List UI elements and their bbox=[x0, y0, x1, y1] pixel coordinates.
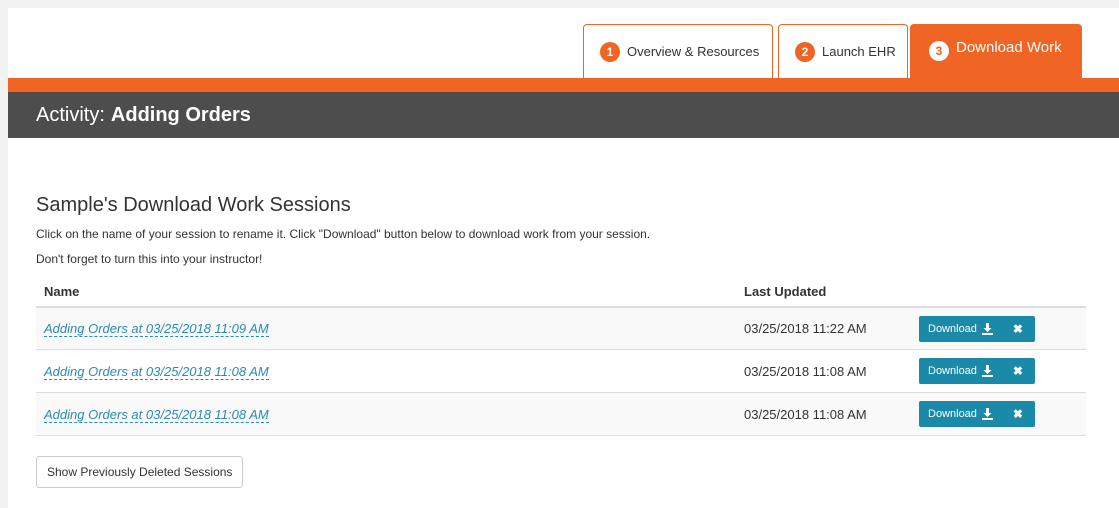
close-icon: ✖ bbox=[1012, 364, 1023, 379]
delete-session-button[interactable]: ✖ bbox=[1000, 401, 1035, 428]
activity-prefix: Activity: bbox=[36, 103, 105, 126]
sessions-table: Name Last Updated Adding Orders at 03/25… bbox=[36, 277, 1086, 437]
delete-session-button[interactable]: ✖ bbox=[1000, 358, 1035, 385]
download-label: Download bbox=[928, 322, 977, 335]
close-icon: ✖ bbox=[1012, 321, 1023, 336]
tab-label: Overview & Resources bbox=[627, 44, 760, 59]
row-actions: Download ✖ bbox=[919, 358, 1035, 385]
tab-label: Download Work bbox=[956, 39, 1062, 56]
tab-number-badge: 3 bbox=[929, 40, 949, 61]
download-icon bbox=[981, 365, 993, 378]
row-actions: Download ✖ bbox=[919, 401, 1035, 428]
tab-number-badge: 1 bbox=[600, 41, 620, 62]
show-deleted-sessions-button[interactable]: Show Previously Deleted Sessions bbox=[36, 456, 244, 489]
session-name-link[interactable]: Adding Orders at 03/25/2018 11:08 AM bbox=[44, 363, 269, 380]
session-name-link[interactable]: Adding Orders at 03/25/2018 11:08 AM bbox=[44, 406, 269, 423]
last-updated-cell: 03/25/2018 11:08 AM bbox=[736, 392, 911, 437]
reminder-text: Don't forget to turn this into your inst… bbox=[36, 252, 263, 267]
column-header-name: Name bbox=[36, 277, 736, 308]
download-label: Download bbox=[928, 365, 977, 378]
close-icon: ✖ bbox=[1012, 407, 1023, 422]
row-actions: Download ✖ bbox=[919, 315, 1035, 342]
table-row: Adding Orders at 03/25/2018 11:09 AM 03/… bbox=[36, 306, 1086, 351]
last-updated-cell: 03/25/2018 11:22 AM bbox=[736, 306, 911, 351]
column-header-last-updated: Last Updated bbox=[736, 277, 911, 308]
table-row: Adding Orders at 03/25/2018 11:08 AM 03/… bbox=[36, 392, 1086, 437]
download-label: Download bbox=[928, 408, 977, 421]
column-header-actions bbox=[911, 277, 1086, 308]
download-icon bbox=[981, 408, 993, 421]
tab-label: Launch EHR bbox=[822, 44, 896, 59]
tab-overview-resources[interactable]: 1 Overview & Resources bbox=[583, 24, 773, 78]
tab-download-work[interactable]: 3 Download Work bbox=[910, 24, 1082, 78]
page-frame: 1 Overview & Resources 2 Launch EHR 3 Do… bbox=[8, 8, 1119, 508]
accent-bar bbox=[8, 78, 1119, 92]
activity-header: Activity: Adding Orders bbox=[8, 92, 1119, 138]
session-name-link[interactable]: Adding Orders at 03/25/2018 11:09 AM bbox=[44, 321, 269, 338]
table-row: Adding Orders at 03/25/2018 11:08 AM 03/… bbox=[36, 349, 1086, 394]
tab-launch-ehr[interactable]: 2 Launch EHR bbox=[778, 24, 908, 78]
instructions-text: Click on the name of your session to ren… bbox=[36, 227, 651, 241]
download-button[interactable]: Download bbox=[919, 358, 1001, 385]
main-content: Sample's Download Work Sessions Click on… bbox=[36, 194, 1096, 489]
download-icon bbox=[981, 322, 993, 335]
delete-session-button[interactable]: ✖ bbox=[1000, 315, 1035, 342]
last-updated-cell: 03/25/2018 11:08 AM bbox=[736, 349, 911, 394]
activity-name: Adding Orders bbox=[110, 103, 251, 126]
tab-number-badge: 2 bbox=[795, 41, 815, 62]
section-title: Sample's Download Work Sessions bbox=[36, 194, 351, 216]
download-button[interactable]: Download bbox=[919, 401, 1001, 428]
download-button[interactable]: Download bbox=[919, 315, 1001, 342]
